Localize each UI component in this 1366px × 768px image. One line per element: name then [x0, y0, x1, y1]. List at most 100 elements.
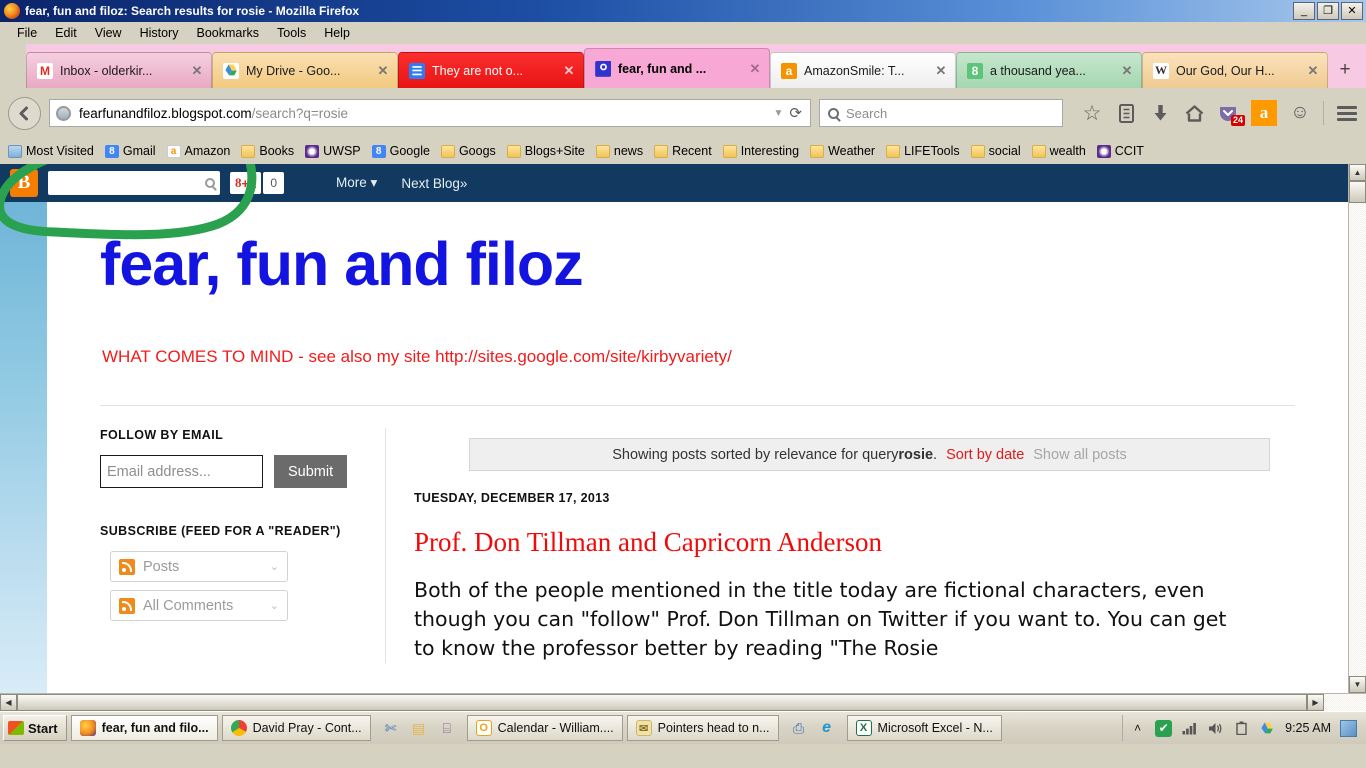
menu-item-help[interactable]: Help	[315, 26, 359, 40]
menu-item-view[interactable]: View	[86, 26, 131, 40]
antivirus-icon[interactable]: ✔	[1155, 719, 1173, 737]
printer-icon[interactable]: ⎙	[789, 718, 809, 738]
smiley-feedback-icon[interactable]: ☺	[1289, 101, 1311, 125]
tab-close-icon[interactable]: ✕	[1305, 63, 1321, 79]
bookmark-item[interactable]: Weather	[806, 142, 879, 160]
more-menu-button[interactable]: More ▾	[336, 175, 377, 191]
feed-select-comments[interactable]: All Comments ⌄	[110, 590, 288, 621]
volume-icon[interactable]	[1207, 720, 1224, 737]
bookmark-item[interactable]: 8 Google	[368, 142, 434, 160]
url-bar[interactable]: fearfunandfiloz.blogspot.com/search?q=ro…	[49, 99, 811, 127]
email-field[interactable]: Email address...	[100, 455, 263, 488]
menu-item-file[interactable]: File	[8, 26, 46, 40]
next-blog-link[interactable]: Next Blog»	[401, 176, 467, 191]
google-drive-tray-icon[interactable]	[1259, 720, 1276, 737]
menu-item-edit[interactable]: Edit	[46, 26, 86, 40]
scroll-down-button[interactable]: ▼	[1349, 676, 1366, 693]
vertical-scroll-thumb[interactable]	[1349, 181, 1366, 203]
snipping-tool-icon[interactable]: ✄	[381, 718, 401, 738]
scroll-up-button[interactable]: ▲	[1349, 164, 1366, 181]
vertical-scrollbar[interactable]: ▲ ▼	[1348, 164, 1366, 693]
bookmark-item[interactable]: Blogs+Site	[503, 142, 589, 160]
feed-select-posts[interactable]: Posts ⌄	[110, 551, 288, 582]
bookmark-item[interactable]: Books	[237, 142, 298, 160]
tab-close-icon[interactable]: ✕	[1119, 63, 1135, 79]
taskbar-item[interactable]: David Pray - Cont...	[221, 715, 371, 741]
battery-icon[interactable]	[1233, 720, 1250, 737]
taskbar-item[interactable]: X Microsoft Excel - N...	[846, 715, 1002, 741]
bookmark-item[interactable]: a Amazon	[163, 142, 235, 160]
tab-close-icon[interactable]: ✕	[561, 63, 577, 79]
bookmark-item[interactable]: social	[967, 142, 1025, 160]
post-title[interactable]: Prof. Don Tillman and Capricorn Anderson	[414, 527, 1348, 558]
sort-by-date-link[interactable]: Sort by date	[946, 447, 1024, 463]
browser-tab[interactable]: My Drive - Goo... ✕	[212, 52, 398, 88]
browser-tab-active[interactable]: fear, fun and ... ✕	[584, 48, 770, 88]
file-explorer-icon[interactable]: ▤	[409, 718, 429, 738]
taskbar-item[interactable]: ✉ Pointers head to n...	[626, 715, 779, 741]
back-button[interactable]	[8, 96, 41, 130]
firefox-icon	[79, 720, 96, 736]
clock[interactable]: 9:25 AM	[1285, 721, 1331, 735]
downloads-icon[interactable]	[1149, 101, 1171, 125]
home-icon[interactable]	[1183, 101, 1205, 125]
status-suffix: .	[933, 446, 938, 463]
bookmark-item[interactable]: wealth	[1028, 142, 1090, 160]
browser-tab[interactable]: ☰ They are not o... ✕	[398, 52, 584, 88]
new-tab-button[interactable]: +	[1328, 52, 1362, 88]
blog-title[interactable]: fear, fun and filoz	[47, 202, 1348, 295]
browser-tab[interactable]: M Inbox - olderkir... ✕	[26, 52, 212, 88]
menu-item-history[interactable]: History	[131, 26, 188, 40]
taskbar-item[interactable]: O Calendar - William....	[466, 715, 623, 741]
reading-list-icon[interactable]	[1115, 101, 1137, 125]
google-plusone-widget[interactable]: 8 +1 0	[230, 172, 285, 194]
calculator-icon[interactable]: ⌸	[437, 718, 457, 738]
tab-close-icon[interactable]: ✕	[189, 63, 205, 79]
browser-tab[interactable]: a AmazonSmile: T... ✕	[770, 52, 956, 88]
bookmark-item[interactable]: Recent	[650, 142, 716, 160]
restore-button[interactable]: ❐	[1317, 2, 1339, 20]
bookmark-item[interactable]: CCIT	[1093, 142, 1148, 160]
bookmark-star-icon[interactable]: ☆	[1081, 101, 1103, 125]
plusone-button[interactable]: 8 +1	[230, 172, 262, 194]
bookmark-item[interactable]: Interesting	[719, 142, 803, 160]
reload-icon[interactable]: ⟳	[789, 104, 804, 122]
search-input[interactable]: Search	[819, 99, 1063, 127]
blogger-logo-icon[interactable]: B	[10, 169, 38, 197]
tab-close-icon[interactable]: ✕	[375, 63, 391, 79]
bookmark-item[interactable]: Most Visited	[4, 142, 98, 160]
bookmark-label: Google	[389, 144, 430, 158]
menu-hamburger-icon[interactable]	[1336, 101, 1358, 125]
scroll-left-button[interactable]: ◀	[0, 694, 17, 711]
tab-close-icon[interactable]: ✕	[747, 61, 763, 77]
horizontal-scrollbar[interactable]: ◀ ▶	[0, 693, 1366, 711]
pocket-icon[interactable]: 24	[1217, 101, 1245, 126]
search-icon[interactable]	[205, 178, 215, 188]
show-all-posts-link[interactable]: Show all posts	[1033, 447, 1127, 463]
tab-close-icon[interactable]: ✕	[933, 63, 949, 79]
blogger-search-input[interactable]	[48, 171, 220, 195]
menu-item-tools[interactable]: Tools	[268, 26, 315, 40]
network-icon[interactable]	[1181, 720, 1198, 737]
menu-item-bookmarks[interactable]: Bookmarks	[187, 26, 268, 40]
bookmark-item[interactable]: Googs	[437, 142, 500, 160]
show-hidden-icons-icon[interactable]: ˄	[1129, 720, 1146, 737]
plusone-count: 0	[263, 172, 285, 194]
internet-explorer-icon[interactable]: e	[817, 718, 837, 738]
bookmark-item[interactable]: 8 Gmail	[101, 142, 160, 160]
submit-button[interactable]: Submit	[274, 455, 348, 488]
bookmark-item[interactable]: UWSP	[301, 142, 365, 160]
amazon-icon[interactable]: a	[1251, 100, 1277, 126]
minimize-button[interactable]: _	[1293, 2, 1315, 20]
scroll-right-button[interactable]: ▶	[1307, 694, 1324, 711]
bookmark-item[interactable]: news	[592, 142, 647, 160]
chevron-down-icon[interactable]: ▼	[768, 108, 790, 119]
bookmark-item[interactable]: LIFETools	[882, 142, 964, 160]
start-button[interactable]: Start	[3, 715, 67, 741]
show-desktop-button[interactable]	[1340, 719, 1357, 737]
browser-tab[interactable]: 8 a thousand yea... ✕	[956, 52, 1142, 88]
browser-tab[interactable]: W Our God, Our H... ✕	[1142, 52, 1328, 88]
taskbar-item[interactable]: fear, fun and filo...	[70, 715, 218, 741]
horizontal-scroll-thumb[interactable]	[17, 694, 1307, 711]
close-button[interactable]: ✕	[1341, 2, 1363, 20]
